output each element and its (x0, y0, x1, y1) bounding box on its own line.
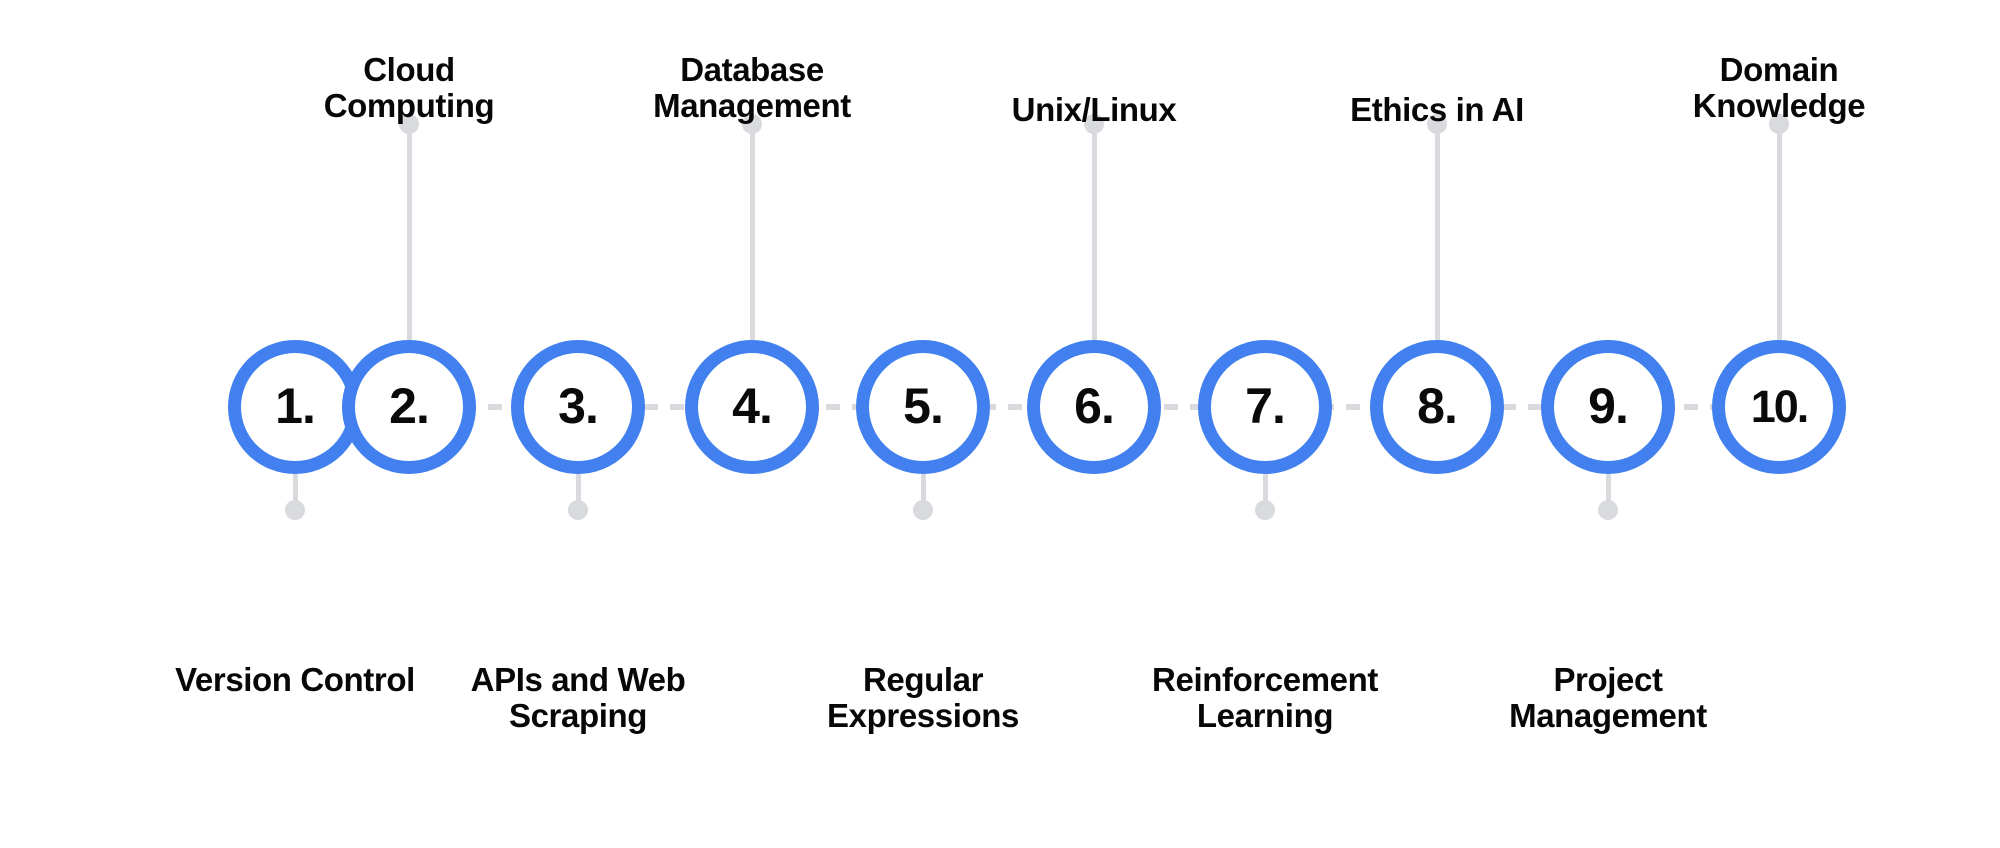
timeline-node-5[interactable]: 5. (856, 340, 990, 474)
timeline-label-7: Reinforcement Learning (1152, 661, 1378, 734)
timeline-node-9[interactable]: 9. (1541, 340, 1675, 474)
connector-dot (913, 500, 933, 520)
node-number: 5. (903, 378, 944, 434)
roadmap-diagram: 1. Version Control 2. Cloud Computing 3. APIs… (0, 0, 2000, 848)
timeline-node-6[interactable]: 6. (1027, 340, 1161, 474)
node-number: 1. (275, 378, 316, 434)
connector-stem (406, 124, 412, 340)
timeline-node-2[interactable]: 2. (342, 340, 476, 474)
timeline-node-3[interactable]: 3. (511, 340, 645, 474)
connector-stem (1091, 124, 1097, 340)
node-number: 3. (558, 378, 599, 434)
timeline-label-9: Project Management (1509, 661, 1707, 734)
node-number: 8. (1417, 378, 1458, 434)
timeline-label-10: Domain Knowledge (1692, 51, 1866, 124)
node-number: 2. (389, 378, 430, 434)
timeline-node-7[interactable]: 7. (1198, 340, 1332, 474)
timeline-label-2: Cloud Computing (323, 51, 495, 124)
node-number: 9. (1588, 378, 1629, 434)
timeline-label-4: Database Management (653, 51, 851, 124)
timeline-label-3: APIs and Web Scraping (470, 661, 686, 734)
connector-dot (285, 500, 305, 520)
connector-dot (1255, 500, 1275, 520)
timeline-node-4[interactable]: 4. (685, 340, 819, 474)
node-number: 10. (1750, 380, 1810, 432)
connector-stem (1434, 124, 1440, 340)
connector-dot (1598, 500, 1618, 520)
node-number: 4. (732, 378, 773, 434)
connector-stem (1776, 124, 1782, 340)
timeline-label-8: Ethics in AI (1350, 91, 1524, 128)
timeline-label-1: Version Control (175, 661, 415, 698)
timeline-label-5: Regular Expressions (827, 661, 1019, 734)
timeline-node-10[interactable]: 10. (1712, 340, 1846, 474)
connector-dot (568, 500, 588, 520)
node-number: 7. (1245, 378, 1286, 434)
node-number: 6. (1074, 378, 1115, 434)
timeline-node-8[interactable]: 8. (1370, 340, 1504, 474)
connector-stem (749, 124, 755, 340)
timeline-label-6: Unix/Linux (1011, 91, 1177, 128)
